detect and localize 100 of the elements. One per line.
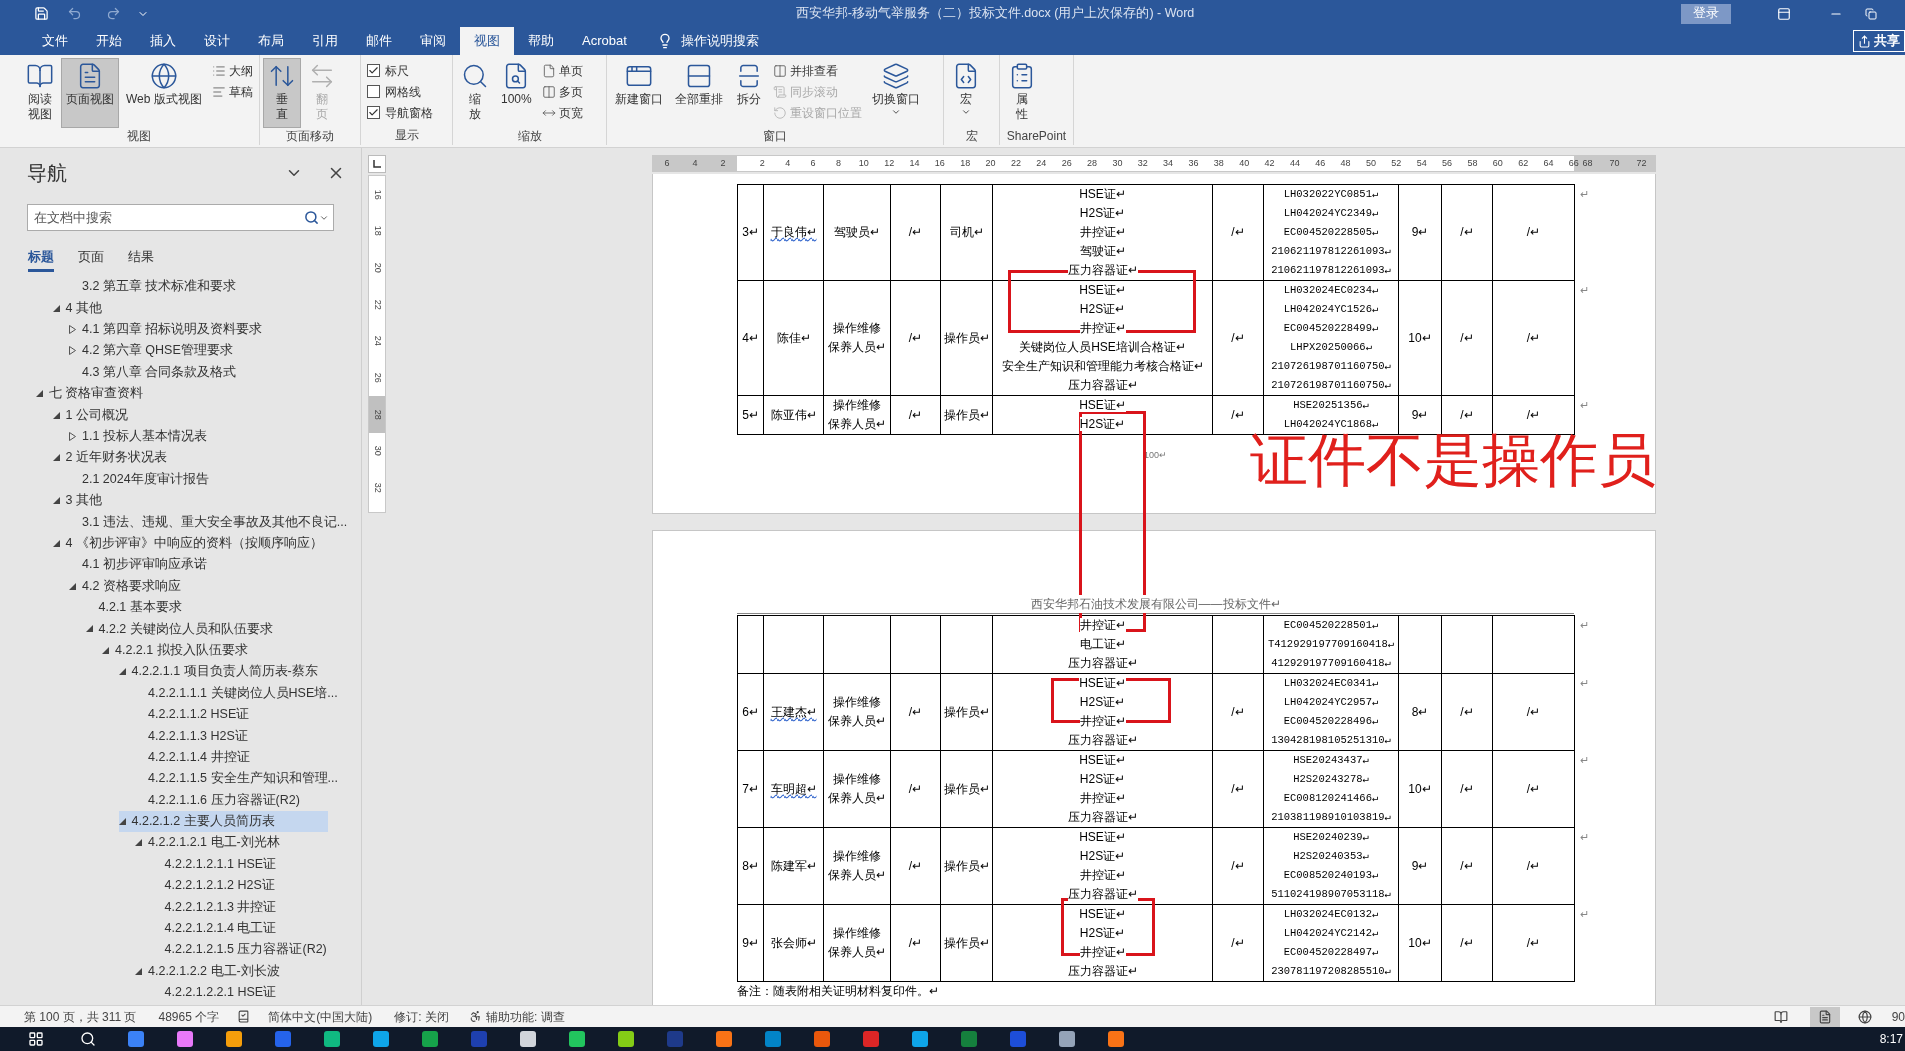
taskbar-app-icon[interactable] bbox=[617, 1030, 635, 1048]
nav-heading[interactable]: 4.2.2.1.2.1 电工-刘光林 bbox=[135, 832, 328, 854]
ribbon-button[interactable]: 草稿 bbox=[208, 81, 256, 102]
ribbon-tab[interactable]: 引用 bbox=[298, 27, 352, 55]
expanded-triangle-icon[interactable] bbox=[52, 454, 60, 462]
ribbon-tab[interactable]: 邮件 bbox=[352, 27, 406, 55]
collapsed-triangle-icon[interactable] bbox=[69, 431, 76, 441]
taskbar-app-icon[interactable] bbox=[225, 1030, 243, 1048]
ribbon-tab[interactable]: 设计 bbox=[190, 27, 244, 55]
ribbon-button[interactable]: 并排查看 bbox=[770, 60, 865, 81]
nav-heading[interactable]: 4.2 第六章 QHSE管理要求 bbox=[69, 340, 328, 362]
nav-heading[interactable]: 4.2.1 基本要求 bbox=[85, 596, 328, 619]
search-icon[interactable] bbox=[304, 210, 319, 225]
expanded-triangle-icon[interactable] bbox=[85, 625, 93, 633]
expanded-triangle-icon[interactable] bbox=[118, 817, 126, 825]
ribbon-tab[interactable]: 插入 bbox=[136, 27, 190, 55]
nav-heading[interactable]: 4.2.2.1.2.2 电工-刘长波 bbox=[135, 960, 328, 982]
taskbar-app-icon[interactable] bbox=[911, 1030, 929, 1048]
nav-heading[interactable]: 4.2.2.1 拟投入队伍要求 bbox=[102, 639, 328, 662]
taskbar-app-icon[interactable] bbox=[1107, 1030, 1125, 1048]
ribbon-button[interactable]: Web 版式视图 bbox=[121, 58, 207, 128]
nav-heading[interactable]: 4.2.2.1.2.1.2 H2S证 bbox=[151, 874, 328, 897]
nav-heading[interactable]: 3 其他 bbox=[52, 489, 328, 512]
nav-heading[interactable]: 4.2 资格要求响应 bbox=[69, 575, 328, 597]
nav-heading[interactable]: 4.1 初步评审响应承诺 bbox=[69, 554, 328, 576]
nav-heading[interactable]: 4.2.2.1.2.1.5 压力容器证(R2) bbox=[151, 939, 328, 961]
nav-heading[interactable]: 4.2.2.1.1.5 安全生产知识和管理... bbox=[135, 768, 338, 790]
nav-heading[interactable]: 4.2.2.1.1.4 井控证 bbox=[135, 746, 328, 768]
nav-heading[interactable]: 4.2.2 关键岗位人员和队伍要求 bbox=[85, 618, 328, 640]
ribbon-checkbox[interactable]: 网格线 bbox=[364, 81, 436, 102]
nav-heading[interactable]: 1.1 投标人基本情况表 bbox=[69, 425, 328, 448]
save-icon[interactable] bbox=[34, 6, 49, 21]
ribbon-button[interactable]: 属 性 bbox=[1003, 58, 1041, 128]
taskbar-app-icon[interactable] bbox=[372, 1030, 390, 1048]
taskbar-app-icon[interactable] bbox=[176, 1030, 194, 1048]
ribbon-button[interactable]: 多页 bbox=[538, 81, 586, 102]
search-field[interactable]: 在文档中搜索 bbox=[27, 204, 334, 231]
nav-heading[interactable]: 4.2.2.1.1.2 HSE证 bbox=[135, 703, 328, 726]
nav-heading[interactable]: 4 其他 bbox=[52, 297, 328, 319]
tab-stop-selector[interactable] bbox=[368, 155, 386, 173]
expanded-triangle-icon[interactable] bbox=[36, 390, 43, 398]
nav-heading[interactable]: 3.2 第五章 技术标准和要求 bbox=[69, 276, 328, 298]
restore-icon[interactable] bbox=[1865, 7, 1877, 20]
search-icon[interactable] bbox=[80, 1031, 96, 1047]
ribbon-button[interactable]: 宏 bbox=[947, 58, 985, 128]
pane-tab[interactable]: 标题 bbox=[28, 246, 54, 272]
proofing-icon[interactable] bbox=[237, 1010, 251, 1023]
expanded-triangle-icon[interactable] bbox=[52, 539, 60, 547]
ribbon-button[interactable]: 缩 放 bbox=[456, 58, 494, 128]
ribbon-tab[interactable]: Acrobat bbox=[568, 27, 641, 55]
ribbon-tab[interactable]: 文件 bbox=[28, 27, 82, 55]
expanded-triangle-icon[interactable] bbox=[52, 304, 60, 312]
nav-heading[interactable]: 4.2.2.1.2.2.1 HSE证 bbox=[151, 981, 328, 1004]
checkbox[interactable] bbox=[367, 106, 380, 119]
ribbon-tab[interactable]: 视图 bbox=[460, 27, 514, 55]
checkbox[interactable] bbox=[367, 64, 380, 77]
ribbon-tab[interactable]: 布局 bbox=[244, 27, 298, 55]
expanded-triangle-icon[interactable] bbox=[69, 582, 76, 590]
nav-heading[interactable]: 4.2.2.1.2 主要人员简历表 bbox=[118, 810, 328, 833]
ribbon-button[interactable]: 单页 bbox=[538, 60, 586, 81]
ribbon-button[interactable]: 拆分 bbox=[730, 58, 768, 128]
accessibility-icon[interactable] bbox=[468, 1010, 482, 1023]
expanded-triangle-icon[interactable] bbox=[135, 967, 142, 975]
ribbon-button[interactable]: 页面视图 bbox=[61, 58, 119, 128]
ribbon-tab[interactable]: 审阅 bbox=[406, 27, 460, 55]
expanded-triangle-icon[interactable] bbox=[52, 411, 60, 419]
ribbon-button[interactable]: 100% bbox=[496, 58, 537, 128]
ribbon-button[interactable]: 页宽 bbox=[538, 102, 586, 123]
checkbox[interactable] bbox=[367, 85, 380, 98]
taskbar-app-icon[interactable] bbox=[813, 1030, 831, 1048]
undo-icon[interactable] bbox=[67, 6, 82, 21]
nav-heading[interactable]: 4 《初步评审》中响应的资料（按顺序响应） bbox=[52, 532, 328, 555]
nav-heading[interactable]: 4.2.2.1.1 项目负责人简历表-蔡东 bbox=[118, 661, 328, 683]
taskbar-app-icon[interactable] bbox=[715, 1030, 733, 1048]
taskbar-app-icon[interactable] bbox=[1058, 1030, 1076, 1048]
nav-heading[interactable]: 4.2.2.1.1.6 压力容器证(R2) bbox=[135, 789, 328, 811]
ribbon-display-icon[interactable] bbox=[1777, 6, 1791, 21]
ribbon-button[interactable]: 新建窗口 bbox=[610, 58, 668, 128]
ribbon-button[interactable]: 垂 直 bbox=[263, 58, 301, 128]
ribbon-tab[interactable]: 开始 bbox=[82, 27, 136, 55]
ribbon-button[interactable]: 阅读 视图 bbox=[21, 58, 59, 128]
redo-icon[interactable] bbox=[106, 6, 121, 21]
nav-heading[interactable]: 4.2.2.1.2.1.3 井控证 bbox=[151, 896, 328, 918]
taskbar-app-icon[interactable] bbox=[421, 1030, 439, 1048]
nav-heading[interactable]: 1 公司概况 bbox=[52, 404, 328, 426]
taskbar-app-icon[interactable] bbox=[519, 1030, 537, 1048]
print-layout-button[interactable] bbox=[1809, 1006, 1840, 1027]
taskbar-app-icon[interactable] bbox=[568, 1030, 586, 1048]
start-icon[interactable] bbox=[28, 1031, 44, 1047]
web-layout-icon[interactable] bbox=[1857, 1009, 1872, 1024]
ribbon-button[interactable]: 切换窗口 bbox=[867, 58, 925, 128]
ribbon-button[interactable]: 大纲 bbox=[208, 60, 256, 81]
ribbon-checkbox[interactable]: 导航窗格 bbox=[364, 102, 436, 123]
nav-heading[interactable]: 4.1 第四章 招标说明及资料要求 bbox=[69, 318, 328, 341]
ribbon-button[interactable]: 全部重排 bbox=[670, 58, 728, 128]
expanded-triangle-icon[interactable] bbox=[118, 668, 126, 676]
nav-heading[interactable]: 3.1 违法、违规、重大安全事故及其他不良记... bbox=[69, 511, 348, 533]
ribbon-tab[interactable]: 帮助 bbox=[514, 27, 568, 55]
collapsed-triangle-icon[interactable] bbox=[69, 324, 76, 334]
nav-heading[interactable]: 2.1 2024年度审计报告 bbox=[69, 468, 328, 490]
